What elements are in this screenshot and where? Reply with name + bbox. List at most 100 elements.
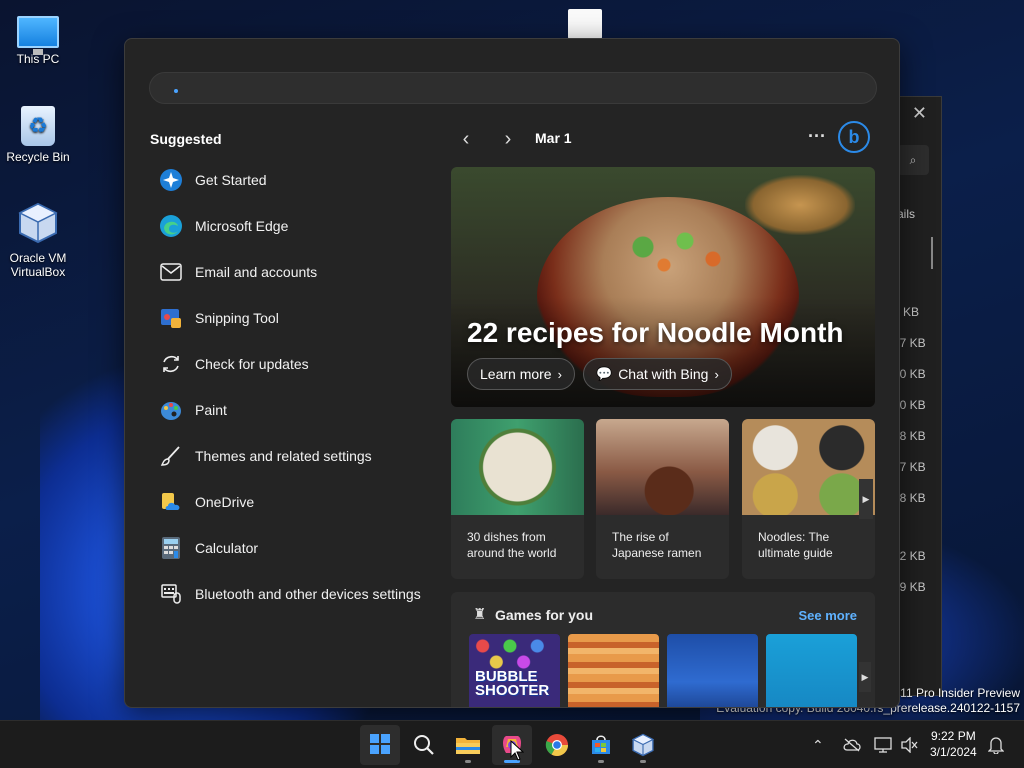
next-button[interactable]: ›: [493, 127, 523, 153]
search-input[interactable]: [186, 73, 866, 103]
edge-icon: [159, 214, 183, 238]
article-caption: 30 dishes from around the world: [467, 530, 557, 560]
suggested-item-email[interactable]: Email and accounts: [149, 249, 439, 295]
hero-card[interactable]: 22 recipes for Noodle Month Learn more ›…: [451, 167, 875, 407]
article-caption: The rise of Japanese ramen: [612, 530, 702, 560]
article-image: [451, 419, 584, 515]
chevron-left-icon: ‹: [462, 128, 470, 150]
file-explorer-icon: [456, 738, 480, 754]
onedrive-icon: [159, 490, 183, 514]
article-caption: Noodles: The ultimate guide: [758, 530, 833, 560]
chevron-up-icon: ⌃: [812, 736, 824, 753]
suggested-item-edge[interactable]: Microsoft Edge: [149, 203, 439, 249]
game-tile[interactable]: BUBBLE SHOOTER: [469, 634, 560, 707]
suggested-item-snipping-tool[interactable]: Snipping Tool: [149, 295, 439, 341]
suggested-item-get-started[interactable]: Get Started: [149, 157, 439, 203]
taskbar-chrome[interactable]: [537, 725, 577, 765]
virtualbox-icon: [18, 202, 58, 244]
taskbar-virtualbox[interactable]: [623, 725, 663, 765]
more-options-button[interactable]: ···: [805, 127, 829, 151]
cards-scroll-right-button[interactable]: ▶: [859, 479, 873, 519]
chat-bubble-icon: 💬: [596, 366, 613, 381]
onedrive-offline-icon: [843, 738, 861, 752]
hero-title: 22 recipes for Noodle Month: [467, 317, 844, 348]
suggested-item-bluetooth-devices[interactable]: Bluetooth and other devices settings: [149, 571, 439, 617]
search-icon[interactable]: ⌕: [897, 145, 929, 175]
calculator-icon: [159, 536, 183, 560]
games-section: ♜ Games for you See more BUBBLE SHOOTER …: [451, 592, 875, 707]
suggested-item-label: Themes and related settings: [195, 448, 372, 464]
taskbar-store[interactable]: [581, 725, 621, 765]
windows-logo-icon: [370, 734, 390, 754]
games-scroll-right-button[interactable]: ▶: [859, 662, 871, 692]
brush-icon: [159, 444, 183, 468]
article-card[interactable]: Noodles: The ultimate guide: [742, 419, 875, 579]
desktop-icon-label: Recycle Bin: [6, 150, 70, 164]
close-icon[interactable]: ✕: [912, 103, 927, 124]
chat-with-bing-button[interactable]: 💬 Chat with Bing ›: [583, 358, 732, 390]
bell-icon: [988, 737, 1004, 754]
suggested-item-label: Snipping Tool: [195, 310, 279, 326]
triangle-right-icon: ▶: [861, 672, 869, 682]
desktop-file-icon[interactable]: [568, 9, 602, 39]
notifications-button[interactable]: [988, 721, 1004, 768]
get-started-icon: [159, 168, 183, 192]
scrollbar[interactable]: [931, 237, 933, 269]
suggested-item-label: Calculator: [195, 540, 259, 556]
volume-muted-icon: [901, 737, 918, 753]
running-indicator: [465, 760, 471, 763]
tray-network[interactable]: [874, 721, 892, 768]
suggested-item-label: Bluetooth and other devices settings: [195, 586, 421, 602]
chess-piece-icon: ♜: [473, 606, 487, 623]
chevron-right-icon: ›: [504, 128, 512, 150]
paint-icon: [159, 398, 183, 422]
desktop-icon-label: Oracle VM VirtualBox: [9, 251, 67, 279]
article-card[interactable]: 30 dishes from around the world: [451, 419, 584, 579]
highlights-date: Mar 1: [535, 130, 572, 146]
taskbar-clock[interactable]: 9:22 PM 3/1/2024: [930, 728, 977, 760]
game-tile[interactable]: [568, 634, 659, 707]
desktop-icon-virtualbox[interactable]: Oracle VM VirtualBox: [0, 202, 76, 279]
suggested-item-themes[interactable]: Themes and related settings: [149, 433, 439, 479]
article-image: [596, 419, 729, 515]
previous-button[interactable]: ‹: [451, 127, 481, 153]
chrome-icon: [545, 734, 568, 756]
search-icon: [414, 735, 434, 755]
taskbar-file-explorer[interactable]: [448, 725, 488, 765]
hero-shade: [451, 297, 875, 407]
more-icon: ···: [808, 126, 826, 146]
game-tile[interactable]: [766, 634, 857, 707]
show-hidden-icons-button[interactable]: ⌃: [812, 721, 824, 768]
search-caret-icon: [174, 89, 178, 93]
tray-onedrive[interactable]: [843, 721, 861, 768]
suggested-item-paint[interactable]: Paint: [149, 387, 439, 433]
article-card[interactable]: The rise of Japanese ramen: [596, 419, 729, 579]
email-icon: [159, 260, 183, 284]
learn-more-label: Learn more: [480, 366, 552, 382]
running-indicator: [640, 760, 646, 763]
desktop-icon-recycle-bin[interactable]: ♻ Recycle Bin: [0, 106, 76, 164]
bing-button[interactable]: b: [838, 121, 870, 153]
suggested-list: Get Started Microsoft Edge Email and acc…: [149, 157, 439, 617]
suggested-item-check-updates[interactable]: Check for updates: [149, 341, 439, 387]
see-more-link[interactable]: See more: [798, 608, 857, 623]
tray-volume[interactable]: [900, 721, 918, 768]
chevron-right-icon: ›: [557, 366, 562, 382]
chevron-right-icon: ›: [714, 366, 719, 382]
suggested-item-calculator[interactable]: Calculator: [149, 525, 439, 571]
store-icon: [592, 735, 610, 754]
learn-more-button[interactable]: Learn more ›: [467, 358, 575, 390]
bing-icon: b: [848, 127, 860, 147]
suggested-item-onedrive[interactable]: OneDrive: [149, 479, 439, 525]
clock-date: 3/1/2024: [930, 745, 977, 759]
devices-icon: [159, 582, 183, 606]
game-tile[interactable]: [667, 634, 758, 707]
triangle-right-icon: ▶: [862, 494, 870, 504]
clock-time: 9:22 PM: [931, 729, 976, 743]
taskbar-search-button[interactable]: [404, 725, 444, 765]
search-box[interactable]: [149, 72, 877, 104]
network-icon: [874, 737, 892, 753]
this-pc-icon: [17, 16, 59, 55]
recycle-bin-icon: ♻: [21, 106, 55, 146]
desktop-icon-this-pc[interactable]: This PC: [0, 10, 76, 66]
